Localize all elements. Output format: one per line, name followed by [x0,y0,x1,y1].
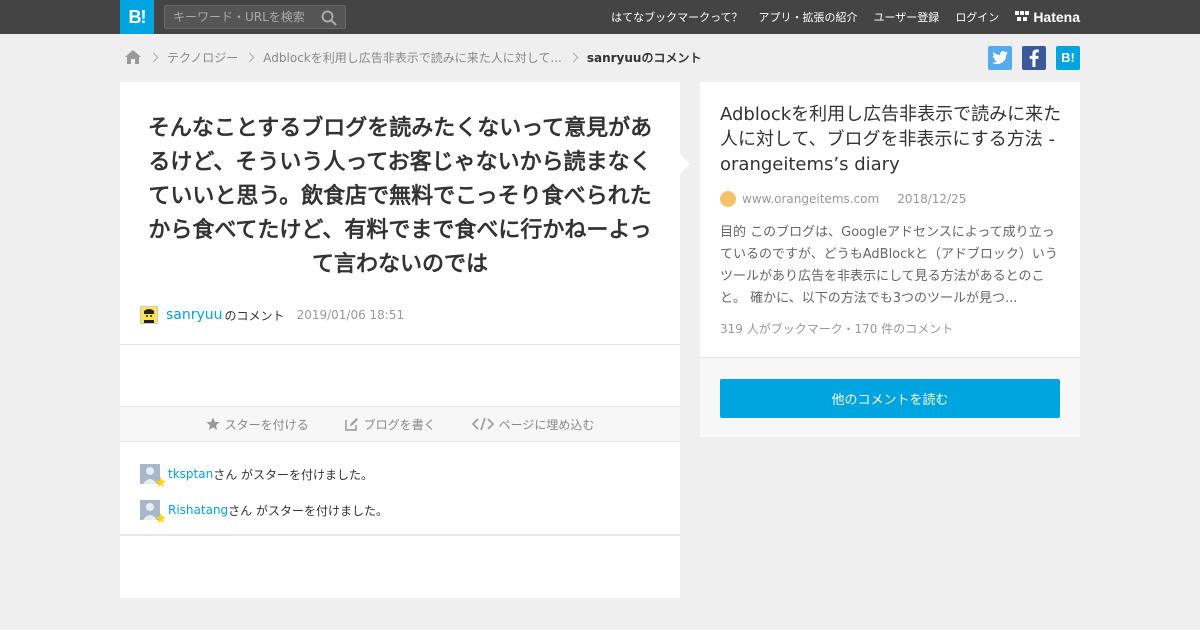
divider [120,534,680,536]
twitter-icon [992,51,1008,65]
card-pointer [680,154,690,174]
comment-author-suffix: のコメント [224,308,285,323]
embed-page-button[interactable]: ページに埋め込む [471,416,595,433]
entry-footer: 他のコメントを読む [700,357,1080,437]
star-badge-icon: ★ [154,511,167,527]
facebook-icon [1029,49,1039,67]
hatena-bookmark-share-button[interactable]: B! [1056,46,1080,70]
user-avatar-icon [141,307,157,323]
entry-domain[interactable]: www.orangeitems.com [742,192,879,206]
site-favicon-icon [720,191,736,207]
facebook-share-button[interactable] [1022,46,1046,70]
hatena-mark-icon [1015,11,1030,21]
avatar[interactable]: ★ [140,500,167,526]
search-icon[interactable] [321,10,337,26]
add-star-label: スターを付ける [224,417,309,432]
breadcrumb: テクノロジー Adblockを利用し広告非表示で読みに来た人に対して... sa… [124,46,701,68]
entry-bookmark-count[interactable]: 319 人がブックマーク・170 件のコメント [720,320,953,337]
comment-author-name[interactable]: sanryuu [166,307,223,323]
write-blog-button[interactable]: ブログを書く [344,416,436,433]
breadcrumb-current: sanryuuのコメント [586,50,702,65]
list-item: ★ Rishatang さん がスターを付けました。 [140,498,388,526]
comment-text: そんなことするブログを読みたくないって意見があるけど、そういう人ってお客じゃない… [147,116,653,277]
star-user-name[interactable]: tksptan [168,467,213,481]
breadcrumb-entry[interactable]: Adblockを利用し広告非表示で読みに来た人に対して... [263,49,562,66]
chevron-right-icon [148,52,159,62]
divider [120,344,680,345]
entry-date: 2018/12/25 [897,192,967,206]
entry-title[interactable]: Adblockを利用し広告非表示で読みに来た人に対して、ブログを非表示にする方法… [720,102,1065,177]
comment-date[interactable]: 2019/01/06 18:51 [297,308,405,322]
write-blog-label: ブログを書く [363,417,436,432]
entry-description: 目的 このブログは、Googleアドセンスによって成り立っているのですが、どうも… [720,225,1058,306]
hatena-brand-label: Hatena [1033,9,1080,25]
read-other-comments-button[interactable]: 他のコメントを読む [720,379,1060,418]
home-icon[interactable] [124,49,142,65]
twitter-share-button[interactable] [988,46,1012,70]
nav-register[interactable]: ユーザー登録 [874,9,940,25]
search-box [164,5,346,29]
star-user-name[interactable]: Rishatang [168,503,228,517]
list-item: ★ tksptan さん がスターを付けました。 [140,462,388,490]
search-input[interactable] [165,6,315,28]
breadcrumb-category[interactable]: テクノロジー [167,49,238,66]
code-icon [471,417,494,431]
embed-page-label: ページに埋め込む [498,417,595,432]
star-badge-icon: ★ [154,475,167,491]
entry-card: Adblockを利用し広告非表示で読みに来た人に対して、ブログを非表示にする方法… [700,82,1080,437]
comment-card: そんなことするブログを読みたくないって意見があるけど、そういう人ってお客じゃない… [120,82,680,598]
share-buttons: B! [988,46,1080,70]
star-message: さん がスターを付けました。 [228,503,388,518]
chevron-right-icon [568,52,579,62]
avatar[interactable] [140,306,158,324]
entry-meta: www.orangeitems.com 2018/12/25 [720,190,966,208]
chevron-right-icon [244,52,255,62]
avatar[interactable]: ★ [140,464,167,490]
top-bar: B! はてなブックマークって？ アプリ・拡張の紹介 ユーザー登録 ログイン Ha… [0,0,1200,34]
nav-login[interactable]: ログイン [955,9,999,25]
nav-apps[interactable]: アプリ・拡張の紹介 [759,9,858,25]
comment-actions: スターを付ける ブログを書く ページに埋め込む [120,406,680,442]
star-list: ★ tksptan さん がスターを付けました。 ★ Rishatang さん … [140,462,388,534]
hatena-bookmark-logo[interactable]: B! [120,0,154,34]
star-icon [205,417,220,430]
add-star-button[interactable]: スターを付ける [205,416,309,433]
star-message: さん がスターを付けました。 [213,467,374,482]
nav-about[interactable]: はてなブックマークって？ [611,9,742,25]
comment-author: sanryuu のコメント 2019/01/06 18:51 [140,304,404,326]
top-nav: はてなブックマークって？ アプリ・拡張の紹介 ユーザー登録 ログイン Haten… [611,0,1080,34]
hatena-brand-link[interactable]: Hatena [1015,9,1080,25]
edit-icon [344,418,358,431]
